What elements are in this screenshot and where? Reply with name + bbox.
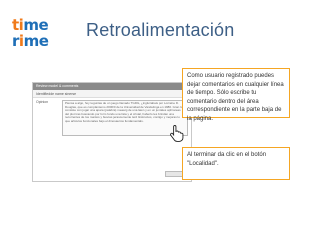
hand-pointer-icon [170, 125, 184, 142]
review-panel-subheader: Identifiedde name sinerse [33, 90, 191, 98]
review-panel-header: Review model & comments [33, 83, 191, 90]
logo-line-1: time [12, 16, 49, 34]
review-label: Opinion [36, 100, 49, 104]
time-rime-logo: time rime [12, 16, 49, 54]
callout-button-instructions: Al terminar da clic en el botón "Localid… [182, 147, 290, 180]
callout-instructions: Como usuario registrado puedes dejar com… [182, 68, 290, 122]
logo-line-2: rime [12, 32, 49, 50]
page-title: Retroalimentación [86, 20, 235, 40]
